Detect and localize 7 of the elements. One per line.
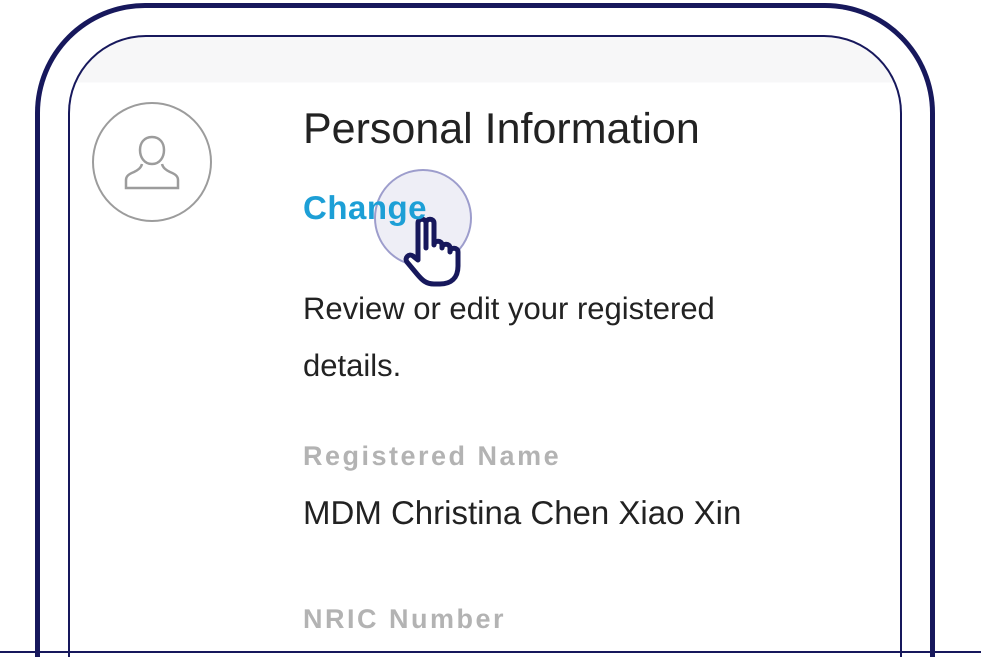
field-label: NRIC Number (303, 603, 506, 636)
section-title: Personal Information (303, 104, 700, 155)
field-value: MDM Christina Chen Xiao Xin (303, 493, 742, 533)
person-icon (123, 133, 181, 191)
change-link[interactable]: Change (303, 186, 428, 230)
description-text: Review or edit your registered details. (303, 290, 716, 385)
field-label: Registered Name (303, 440, 562, 473)
